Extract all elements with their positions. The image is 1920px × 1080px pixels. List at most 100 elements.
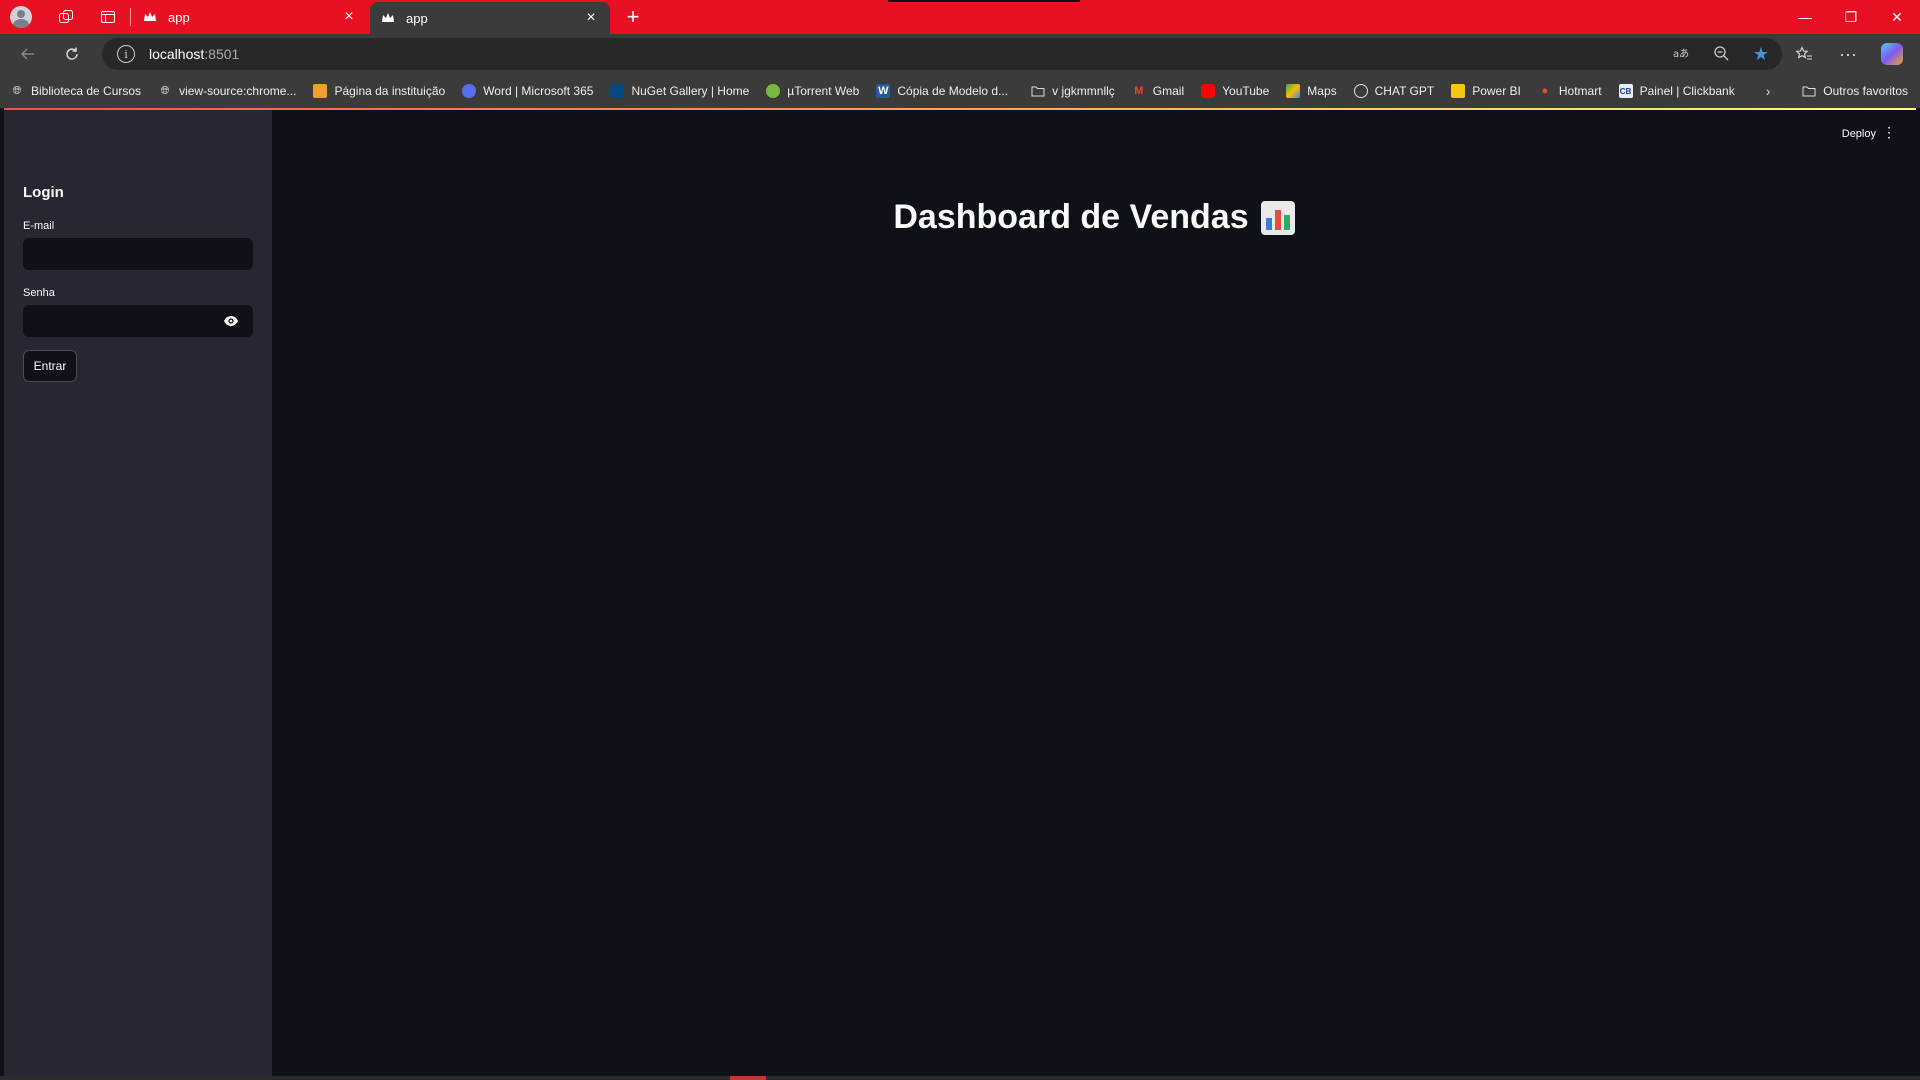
hotmart-icon: ● — [1541, 85, 1549, 97]
show-password-eye-icon[interactable] — [223, 313, 239, 329]
bookmark-label: Hotmart — [1558, 84, 1602, 98]
bookmark-item[interactable]: M Gmail — [1132, 84, 1184, 98]
bookmark-label: Word | Microsoft 365 — [483, 84, 594, 98]
bookmark-label: Painel | Clickbank — [1639, 84, 1735, 98]
tab-app-2[interactable]: app × — [370, 2, 610, 34]
gmail-icon: M — [1134, 85, 1144, 97]
favorites-icon[interactable] — [1782, 38, 1826, 70]
url-text[interactable]: localhost:8501 — [149, 46, 239, 62]
back-button[interactable] — [10, 38, 46, 70]
sidebar: Login E-mail Senha Entrar — [4, 110, 272, 1076]
bookmark-item[interactable]: CB Painel | Clickbank — [1618, 84, 1735, 98]
bookmark-label: Página da instituição — [334, 84, 446, 98]
bookmark-item[interactable]: Power BI — [1451, 84, 1521, 98]
globe-icon: 🌐︎ — [160, 84, 170, 97]
bookmarks-more-chevron-icon[interactable]: › — [1766, 83, 1771, 99]
reload-button[interactable] — [54, 38, 90, 70]
main-menu-icon[interactable]: ⋮ — [1882, 124, 1896, 141]
password-field[interactable] — [23, 305, 253, 337]
page-title-container: Dashboard de Vendas — [272, 198, 1916, 237]
address-bar[interactable]: i localhost:8501 aあ ★ — [102, 38, 1782, 70]
bookmark-item[interactable]: CHAT GPT — [1353, 84, 1435, 98]
minimize-button[interactable]: — — [1782, 0, 1828, 34]
tab-actions-icon[interactable] — [92, 0, 124, 34]
youtube-icon — [1201, 84, 1216, 98]
address-bar-actions: aあ ★ — [1670, 38, 1772, 70]
bookmark-label: NuGet Gallery | Home — [631, 84, 750, 98]
bar-chart-icon — [1260, 200, 1295, 235]
tab-app-1[interactable]: app × — [130, 0, 368, 34]
url-port: :8501 — [204, 46, 240, 62]
streamlit-crown-icon — [142, 9, 158, 25]
powerbi-icon — [1451, 84, 1466, 98]
copilot-icon — [1881, 43, 1903, 65]
microsoft-icon — [462, 84, 477, 98]
reload-icon — [66, 47, 78, 60]
close-tab-icon[interactable]: × — [582, 9, 600, 27]
bookmark-item[interactable]: YouTube — [1201, 84, 1269, 98]
bookmark-label: Biblioteca de Cursos — [31, 84, 142, 98]
favorite-star-icon[interactable]: ★ — [1750, 44, 1772, 65]
site-info-icon[interactable]: i — [117, 45, 135, 63]
page-title: Dashboard de Vendas — [893, 198, 1249, 236]
avatar — [10, 6, 32, 28]
folder-icon — [1031, 84, 1045, 98]
bookmark-item[interactable]: ● Hotmart — [1538, 84, 1602, 98]
more-options-icon[interactable]: ··· — [1826, 38, 1870, 70]
bookmark-label: v jgkmmnllç — [1052, 84, 1115, 98]
new-tab-button[interactable]: + — [620, 0, 646, 34]
profile-button[interactable] — [0, 0, 32, 34]
url-host: localhost — [149, 46, 205, 62]
other-favorites-folder[interactable]: Outros favoritos — [1802, 74, 1908, 108]
copilot-button[interactable] — [1870, 38, 1914, 70]
back-arrow-icon — [21, 48, 34, 60]
bookmark-item[interactable]: W Cópia de Modelo d... — [876, 84, 1008, 98]
bookmark-label: µTorrent Web — [787, 84, 860, 98]
utorrent-icon — [766, 84, 781, 98]
openai-icon — [1353, 84, 1368, 98]
globe-icon: 🌐︎ — [12, 84, 22, 97]
streamlit-crown-icon — [380, 10, 396, 26]
nuget-icon — [610, 84, 625, 98]
zoom-out-icon[interactable] — [1710, 45, 1732, 64]
taskbar-edge — [0, 1076, 1920, 1080]
bookmark-label: Maps — [1307, 84, 1337, 98]
close-tab-icon[interactable]: × — [340, 8, 358, 26]
window-drag-indicator — [888, 0, 1080, 2]
bookmark-label: YouTube — [1222, 84, 1270, 98]
bookmark-item[interactable]: 🌐︎ view-source:chrome... — [158, 84, 297, 98]
bookmark-item[interactable]: µTorrent Web — [766, 84, 859, 98]
login-submit-button[interactable]: Entrar — [23, 350, 77, 382]
browser-navbar: i localhost:8501 aあ ★ ··· — [0, 34, 1920, 74]
bookmark-item[interactable]: Página da instituição — [313, 84, 445, 98]
email-field[interactable] — [23, 238, 253, 270]
restore-button[interactable]: ❐ — [1828, 0, 1874, 34]
tab-title: app — [406, 10, 428, 26]
deploy-button[interactable]: Deploy — [1842, 128, 1876, 140]
bookmark-label: view-source:chrome... — [179, 84, 297, 98]
bookmark-folder[interactable]: v jgkmmnllç — [1031, 84, 1115, 98]
taskbar-indicator — [730, 1076, 766, 1080]
login-heading: Login — [23, 184, 64, 201]
svg-text:aあ: aあ — [1673, 48, 1689, 60]
maps-icon — [1286, 84, 1301, 98]
pencil-icon — [313, 84, 328, 98]
decoration-topline — [4, 108, 1916, 110]
tab-title: app — [168, 9, 190, 25]
folder-icon — [1802, 84, 1816, 98]
bookmark-item[interactable]: Maps — [1286, 84, 1337, 98]
clickbank-icon: CB — [1618, 84, 1633, 98]
bookmark-item[interactable]: Word | Microsoft 365 — [462, 84, 593, 98]
close-window-button[interactable]: ✕ — [1874, 0, 1920, 34]
bookmark-label: Gmail — [1152, 84, 1185, 98]
bookmark-item[interactable]: 🌐︎ Biblioteca de Cursos — [10, 84, 141, 98]
translate-icon[interactable]: aあ — [1670, 46, 1692, 63]
bookmark-label: CHAT GPT — [1374, 84, 1435, 98]
app-viewport: Login E-mail Senha Entrar Deploy ⋮ Dashb… — [4, 108, 1916, 1076]
bookmark-item[interactable]: NuGet Gallery | Home — [610, 84, 749, 98]
bookmark-label: Power BI — [1472, 84, 1521, 98]
browser-toolbar-right: ··· — [1782, 34, 1920, 74]
workspaces-icon[interactable] — [50, 0, 82, 34]
other-favorites-label: Outros favoritos — [1823, 84, 1908, 98]
bookmark-label: Cópia de Modelo d... — [897, 84, 1009, 98]
